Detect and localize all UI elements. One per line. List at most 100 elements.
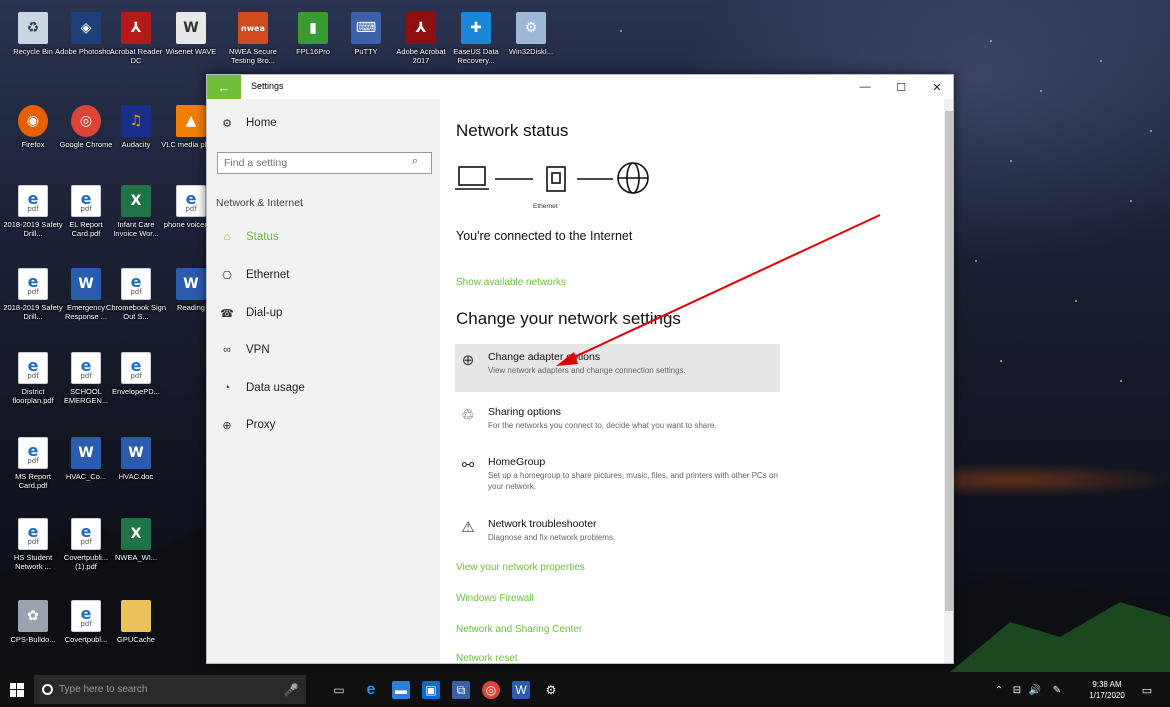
desktop-icon-label: Audacity [121, 140, 151, 149]
desktop-icon-nwea-wi[interactable]: X NWEA_WI... [105, 518, 167, 582]
scrollbar[interactable] [944, 99, 953, 663]
minimize-icon: — [859, 81, 871, 93]
star [1040, 90, 1042, 92]
desktop-icon-acrobat-dc[interactable]: ⅄ Acrobat Reader DC [105, 12, 167, 76]
network-app-icon[interactable]: ⧉ [452, 681, 470, 699]
settings-window: ← Settings — ☐ ✕ ⚙ Home ⌕ Network & Inte… [206, 74, 954, 664]
desktop-icon-gpucache[interactable]: GPUCache [105, 600, 167, 664]
cortana-icon [42, 684, 53, 695]
pdf-icon: e pdf [121, 268, 151, 300]
settings-sidebar: ⚙ Home ⌕ Network & Internet ⌂ Status ⎔ E… [207, 99, 440, 663]
find-setting-input[interactable] [217, 152, 432, 174]
laptop-icon [455, 166, 489, 190]
sidebar-item-label: Home [246, 117, 277, 129]
minimize-button[interactable]: — [847, 75, 883, 99]
data-usage-icon: ◔ [223, 382, 231, 394]
network-reset-link[interactable]: Network reset [456, 653, 518, 663]
show-available-networks-link[interactable]: Show available networks [456, 277, 566, 288]
vlc-icon: ▲ [176, 105, 206, 137]
start-button[interactable] [0, 672, 34, 707]
option-description: Set up a homegroup to share pictures, mu… [488, 471, 778, 491]
pdf-icon: e pdf [18, 352, 48, 384]
desktop-icon-label: Chromebook Sign Out S... [105, 303, 167, 321]
sidebar-item-dial-up[interactable]: ☎ Dial-up [207, 299, 440, 327]
win32disk-icon: ⚙ [516, 12, 546, 44]
store-icon[interactable]: ▣ [422, 681, 440, 699]
desktop-icon-hvac-doc[interactable]: W HVAC.doc [105, 437, 167, 501]
pen-icon[interactable]: ✎ [1048, 681, 1066, 699]
scrollbar-thumb[interactable] [945, 111, 953, 611]
sharing-icon: ♲ [461, 407, 475, 424]
maximize-button[interactable]: ☐ [883, 75, 919, 99]
task-view-icon[interactable]: ▭ [330, 681, 348, 699]
desktop-icon-acrobat-2017[interactable]: ⅄ Adobe Acrobat 2017 [390, 12, 452, 76]
pdf-icon: e pdf [71, 518, 101, 550]
microphone-icon[interactable]: 🎤 [282, 681, 300, 699]
network-sharing-center-link[interactable]: Network and Sharing Center [456, 624, 582, 635]
network-tray-icon[interactable]: ⊟ [1008, 681, 1026, 699]
desktop-icon-label: HVAC.doc [118, 472, 154, 481]
desktop-icon-infant-care[interactable]: X Infant Care Invoice Wor... [105, 185, 167, 249]
sidebar-item-data-usage[interactable]: ◔ Data usage [207, 374, 440, 402]
back-button[interactable]: ← [207, 75, 241, 99]
star [1130, 200, 1132, 202]
edge-icon[interactable]: e [362, 681, 380, 699]
network-troubleshooter[interactable]: ⚠ Network troubleshooter Diagnose and fi… [455, 511, 780, 559]
word-icon: W [71, 268, 101, 300]
dial-up-icon: ☎ [220, 307, 234, 320]
acrobat-icon: ⅄ [406, 12, 436, 44]
sidebar-item-vpn[interactable]: ∞ VPN [207, 336, 440, 364]
taskbar-search-box[interactable]: Type here to search [34, 675, 306, 704]
desktop-icon-wisenet[interactable]: W Wisenet WAVE [160, 12, 222, 76]
easeus-icon: ✚ [461, 12, 491, 44]
wisenet-icon: W [176, 12, 206, 44]
windows-firewall-link[interactable]: Windows Firewall [456, 593, 534, 604]
search-icon[interactable]: ⌕ [412, 155, 418, 168]
file-explorer-icon[interactable]: ▬ [392, 681, 410, 699]
star [1150, 130, 1152, 132]
desktop-icon-chromebook[interactable]: e pdf Chromebook Sign Out S... [105, 268, 167, 332]
ethernet-port-icon [546, 166, 566, 192]
word-icon[interactable]: W [512, 681, 530, 699]
homegroup-option[interactable]: ⚯ HomeGroup Set up a homegroup to share … [455, 449, 780, 504]
pdf-icon: e pdf [18, 185, 48, 217]
desktop-icon-easeus[interactable]: ✚ EaseUS Data Recovery... [445, 12, 507, 76]
close-button[interactable]: ✕ [919, 75, 953, 99]
volume-icon[interactable]: 🔊 [1026, 681, 1044, 699]
change-adapter-options[interactable]: ⊕ Change adapter options View network ad… [455, 344, 780, 392]
sidebar-item-status[interactable]: ⌂ Status [207, 223, 440, 251]
desktop-icon-audacity[interactable]: ♫ Audacity [105, 105, 167, 169]
chrome-icon[interactable]: ◎ [482, 681, 500, 699]
notification-center-icon[interactable]: ▭ [1138, 681, 1156, 699]
show-hidden-icons-chevron-icon[interactable]: ⌃ [990, 681, 1008, 699]
sidebar-item-home[interactable]: ⚙ Home [207, 109, 440, 137]
taskbar-clock[interactable]: 9:38 AM 1/17/2020 [1085, 679, 1129, 701]
view-network-properties-link[interactable]: View your network properties [456, 562, 585, 573]
sidebar-item-ethernet[interactable]: ⎔ Ethernet [207, 261, 440, 289]
option-description: View network adapters and change connect… [488, 366, 686, 375]
option-title: Sharing options [488, 406, 561, 418]
desktop-icon-putty[interactable]: ⌨ PuTTY [335, 12, 397, 76]
section-heading: Change your network settings [456, 309, 681, 328]
desktop-icon-win32disk[interactable]: ⚙ Win32DiskI... [500, 12, 562, 76]
word-icon: W [121, 437, 151, 469]
settings-gear-icon[interactable]: ⚙ [542, 681, 560, 699]
star [1075, 300, 1077, 302]
desktop-icon-nwea[interactable]: nwea NWEA Secure Testing Bro... [222, 12, 284, 76]
windows-logo-icon [10, 682, 24, 697]
sharing-options[interactable]: ♲ Sharing options For the networks you c… [455, 399, 780, 447]
sidebar-item-proxy[interactable]: ⊕ Proxy [207, 411, 440, 439]
desktop-icon-label: PuTTY [354, 47, 378, 56]
taskbar-search-placeholder: Type here to search [59, 684, 148, 695]
vpn-icon: ∞ [223, 344, 231, 356]
pdf-icon: e pdf [176, 185, 206, 217]
audacity-icon: ♫ [121, 105, 151, 137]
connection-status: You're connected to the Internet [456, 229, 633, 243]
pdf-icon: e pdf [71, 185, 101, 217]
pdf-icon: e pdf [71, 600, 101, 632]
clock-time: 9:38 AM [1092, 680, 1122, 689]
title-bar[interactable]: ← Settings — ☐ ✕ [207, 75, 953, 99]
desktop-icon-label: Adobe Acrobat 2017 [396, 47, 446, 65]
desktop-icon-envelope[interactable]: e pdf EnvelopePD... [105, 352, 167, 416]
nwea-icon: nwea [238, 12, 268, 44]
